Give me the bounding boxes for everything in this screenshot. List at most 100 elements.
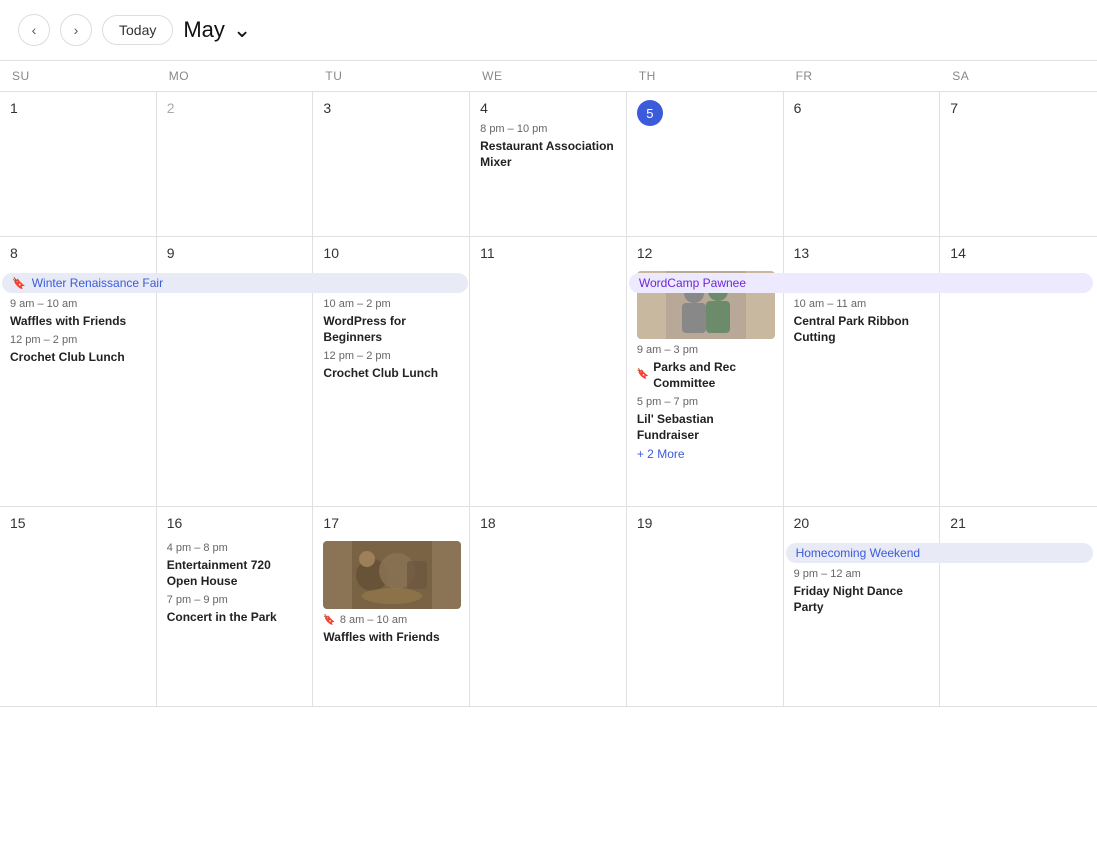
multi-day-event-wordcamp[interactable]: WordCamp Pawnee <box>629 273 1093 293</box>
event-title: Friday Night Dance Party <box>794 583 932 615</box>
chevron-down-icon: ⌄ <box>233 17 251 43</box>
food-image-svg <box>352 541 432 609</box>
event-time: 🔖 8 am – 10 am <box>323 613 461 628</box>
event[interactable]: 10 am – 11 am Central Park Ribbon Cuttin… <box>794 297 932 345</box>
calendar-weeks: 1 2 3 4 8 pm – 10 pm Restaurant Associat… <box>0 92 1097 707</box>
day-cell-16[interactable]: 16 4 pm – 8 pm Entertainment 720 Open Ho… <box>157 507 314 706</box>
event[interactable]: 8 pm – 10 pm Restaurant Association Mixe… <box>480 122 618 170</box>
event[interactable]: 9 pm – 12 am Friday Night Dance Party <box>794 567 932 615</box>
multi-day-event-homecoming[interactable]: Homecoming Weekend <box>786 543 1093 563</box>
day-number: 15 <box>10 515 26 531</box>
more-events-link[interactable]: + 2 More <box>637 447 775 461</box>
event-image-food <box>323 541 461 609</box>
calendar: SU MO TU WE TH FR SA 1 2 3 4 8 pm – 10 p… <box>0 60 1097 707</box>
event-time: 7 pm – 9 pm <box>167 593 305 608</box>
event-title: Crochet Club Lunch <box>10 349 148 365</box>
day-headers: SU MO TU WE TH FR SA <box>0 61 1097 92</box>
event-time: 9 am – 10 am <box>10 297 148 312</box>
day-header-su: SU <box>0 61 157 91</box>
day-cell-11[interactable]: 11 <box>470 237 627 506</box>
day-number: 21 <box>950 515 966 531</box>
day-number: 8 <box>10 245 18 261</box>
day-cell-5[interactable]: 5 <box>627 92 784 236</box>
event[interactable]: 5 pm – 7 pm Lil' Sebastian Fundraiser <box>637 395 775 443</box>
event-title: Central Park Ribbon Cutting <box>794 313 932 345</box>
week-row: 1 2 3 4 8 pm – 10 pm Restaurant Associat… <box>0 92 1097 237</box>
day-number: 4 <box>480 100 488 116</box>
day-cell-19[interactable]: 19 <box>627 507 784 706</box>
day-number: 14 <box>950 245 966 261</box>
next-button[interactable]: › <box>60 14 92 46</box>
day-number: 17 <box>323 515 339 531</box>
event-time: 8 pm – 10 pm <box>480 122 618 137</box>
event-time: 4 pm – 8 pm <box>167 541 305 556</box>
event[interactable]: 12 pm – 2 pm Crochet Club Lunch <box>323 349 461 381</box>
week-row: Homecoming Weekend 15 16 4 pm – 8 pm Ent… <box>0 507 1097 707</box>
day-number: 6 <box>794 100 802 116</box>
event[interactable]: 7 pm – 9 pm Concert in the Park <box>167 593 305 625</box>
event-title: Restaurant Association Mixer <box>480 138 618 170</box>
day-cell-21[interactable]: 21 <box>940 507 1097 706</box>
day-cell-3[interactable]: 3 <box>313 92 470 236</box>
event-title: WordPress for Beginners <box>323 313 461 345</box>
event-label: WordCamp Pawnee <box>639 276 746 290</box>
week-row: 🔖 Winter Renaissance Fair WordCamp Pawne… <box>0 237 1097 507</box>
event-time: 12 pm – 2 pm <box>323 349 461 364</box>
flag-icon: 🔖 <box>637 368 649 382</box>
day-header-we: WE <box>470 61 627 91</box>
day-number: 18 <box>480 515 496 531</box>
event[interactable]: 🔖 8 am – 10 am Waffles with Friends <box>323 613 461 645</box>
event-time: 10 am – 11 am <box>794 297 932 312</box>
day-cell-20[interactable]: 20 9 pm – 12 am Friday Night Dance Party <box>784 507 941 706</box>
day-number: 1 <box>10 100 18 116</box>
day-number-today: 5 <box>637 100 663 126</box>
event-time: 5 pm – 7 pm <box>637 395 775 410</box>
event-time: 9 pm – 12 am <box>794 567 932 582</box>
day-header-sa: SA <box>940 61 1097 91</box>
day-number: 19 <box>637 515 653 531</box>
event-title: 🔖 Parks and Rec Committee <box>637 359 775 391</box>
event-title: Waffles with Friends <box>323 629 461 645</box>
event-title: Concert in the Park <box>167 609 305 625</box>
event-title: Crochet Club Lunch <box>323 365 461 381</box>
day-number: 11 <box>480 245 495 261</box>
day-header-tu: TU <box>313 61 470 91</box>
day-number: 2 <box>167 100 175 116</box>
day-number: 9 <box>167 245 175 261</box>
day-number: 3 <box>323 100 331 116</box>
day-number: 12 <box>637 245 653 261</box>
event[interactable]: 12 pm – 2 pm Crochet Club Lunch <box>10 333 148 365</box>
event-title: Entertainment 720 Open House <box>167 557 305 589</box>
event[interactable]: 9 am – 3 pm 🔖 Parks and Rec Committee <box>637 343 775 391</box>
event-time: 9 am – 3 pm <box>637 343 775 358</box>
month-title[interactable]: May ⌄ <box>183 17 251 43</box>
multi-day-event-winter-fair[interactable]: 🔖 Winter Renaissance Fair <box>2 273 468 293</box>
day-cell-6[interactable]: 6 <box>784 92 941 236</box>
event-title: Waffles with Friends <box>10 313 148 329</box>
day-number: 7 <box>950 100 958 116</box>
flag-icon: 🔖 <box>323 614 335 628</box>
bookmark-icon: 🔖 <box>12 277 26 290</box>
day-number: 16 <box>167 515 183 531</box>
day-cell-18[interactable]: 18 <box>470 507 627 706</box>
event-time: 10 am – 2 pm <box>323 297 461 312</box>
day-header-th: TH <box>627 61 784 91</box>
event[interactable]: 10 am – 2 pm WordPress for Beginners <box>323 297 461 345</box>
day-number: 20 <box>794 515 810 531</box>
day-cell-15[interactable]: 15 <box>0 507 157 706</box>
day-cell-17[interactable]: 17 🔖 8 am – 10 am <box>313 507 470 706</box>
day-cell-2[interactable]: 2 <box>157 92 314 236</box>
day-cell-4[interactable]: 4 8 pm – 10 pm Restaurant Association Mi… <box>470 92 627 236</box>
calendar-header: ‹ › Today May ⌄ <box>0 0 1097 60</box>
today-button[interactable]: Today <box>102 15 173 45</box>
event[interactable]: 4 pm – 8 pm Entertainment 720 Open House <box>167 541 305 589</box>
day-cell-1[interactable]: 1 <box>0 92 157 236</box>
day-cell-7[interactable]: 7 <box>940 92 1097 236</box>
event-time: 12 pm – 2 pm <box>10 333 148 348</box>
event-title: Lil' Sebastian Fundraiser <box>637 411 775 443</box>
event-label: Winter Renaissance Fair <box>32 276 163 290</box>
day-number: 10 <box>323 245 339 261</box>
prev-button[interactable]: ‹ <box>18 14 50 46</box>
event[interactable]: 9 am – 10 am Waffles with Friends <box>10 297 148 329</box>
day-header-mo: MO <box>157 61 314 91</box>
